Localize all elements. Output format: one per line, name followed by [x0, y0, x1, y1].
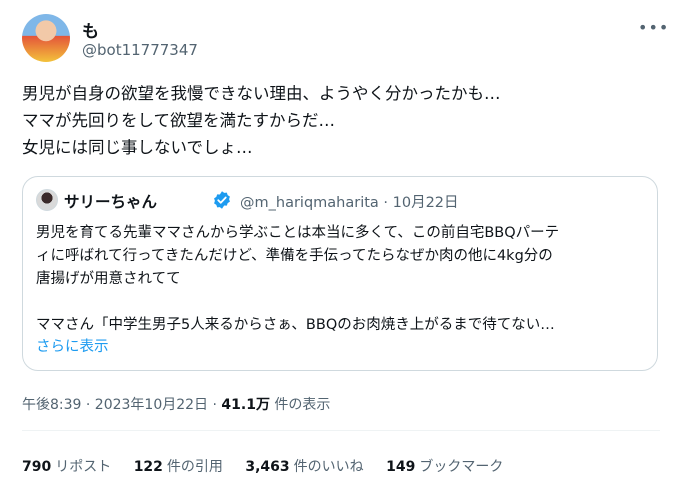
like-count: 3,463 — [245, 459, 290, 475]
verified-badge-icon — [214, 191, 230, 209]
repost-count: 790 — [22, 459, 52, 475]
bookmark-count: 149 — [386, 459, 416, 475]
quoted-author-avatar — [36, 189, 58, 211]
quoted-tweet-header: サリーちゃん @m_hariqmaharita · 10月22日 — [36, 189, 636, 211]
engagement-stats: 790 リポスト 122 件の引用 3,463 件のいいね 149 ブックマーク — [22, 456, 521, 476]
quoted-author-name: サリーちゃん — [64, 193, 158, 211]
show-more-link[interactable]: さらに表示 — [36, 335, 109, 356]
tweet-meta: 午後8:39 · 2023年10月22日 · 41.1万 件の表示 — [22, 394, 330, 414]
quoted-line — [36, 291, 646, 314]
quoted-author-handle: @m_hariqmaharita — [240, 195, 379, 211]
view-count: 41.1万 — [221, 397, 270, 413]
bookmark-label: ブックマーク — [419, 459, 504, 475]
like-stat[interactable]: 3,463 件のいいね — [245, 456, 363, 476]
tweet-line: 女児には同じ事しないでしょ… — [22, 138, 253, 157]
repost-label: リポスト — [55, 459, 112, 475]
divider — [22, 430, 660, 431]
tweet-header: も @bot11777347 ••• — [22, 14, 668, 64]
tweet-timestamp[interactable]: 午後8:39 · 2023年10月22日 · — [22, 397, 221, 413]
repost-stat[interactable]: 790 リポスト — [22, 456, 111, 476]
quoted-author-handle-date: @m_hariqmaharita · 10月22日 — [240, 191, 459, 212]
author-avatar[interactable] — [22, 14, 70, 62]
quoted-line: 男児を育てる先輩ママさんから学ぶことは本当に多くて、この前自宅BBQパーテ — [36, 225, 560, 241]
tweet-text: 男児が自身の欲望を我慢できない理由、ようやく分かったかも… ママが先回りをして欲… — [22, 80, 658, 161]
author-name[interactable]: も — [82, 17, 99, 42]
bookmark-stat[interactable]: 149 ブックマーク — [386, 456, 503, 476]
like-label: 件のいいね — [293, 459, 364, 475]
quoted-tweet[interactable]: サリーちゃん @m_hariqmaharita · 10月22日 男児を育てる先… — [22, 176, 658, 371]
tweet-line: ママが先回りをして欲望を満たすからだ… — [22, 111, 336, 130]
quoted-line: 唐揚げが用意されてて — [36, 271, 181, 287]
quoted-line: ママさん「中学生男子5人来るからさぁ、BBQのお肉焼き上がるまで待てない… — [36, 317, 555, 333]
author-handle[interactable]: @bot11777347 — [82, 41, 198, 59]
tweet-line: 男児が自身の欲望を我慢できない理由、ようやく分かったかも… — [22, 84, 501, 103]
view-label: 件の表示 — [269, 397, 331, 413]
quoted-line: ィに呼ばれて行ってきたんだけど、準備を手伝ってたらなぜか肉の他に4kg分の — [36, 248, 553, 264]
quote-stat[interactable]: 122 件の引用 — [134, 456, 223, 476]
quote-count: 122 — [133, 459, 163, 475]
more-options-icon[interactable]: ••• — [638, 18, 668, 38]
quoted-tweet-date: · 10月22日 — [383, 195, 459, 211]
quote-label: 件の引用 — [166, 459, 223, 475]
quoted-tweet-text: 男児を育てる先輩ママさんから学ぶことは本当に多くて、この前自宅BBQパーテ ィに… — [36, 222, 646, 337]
